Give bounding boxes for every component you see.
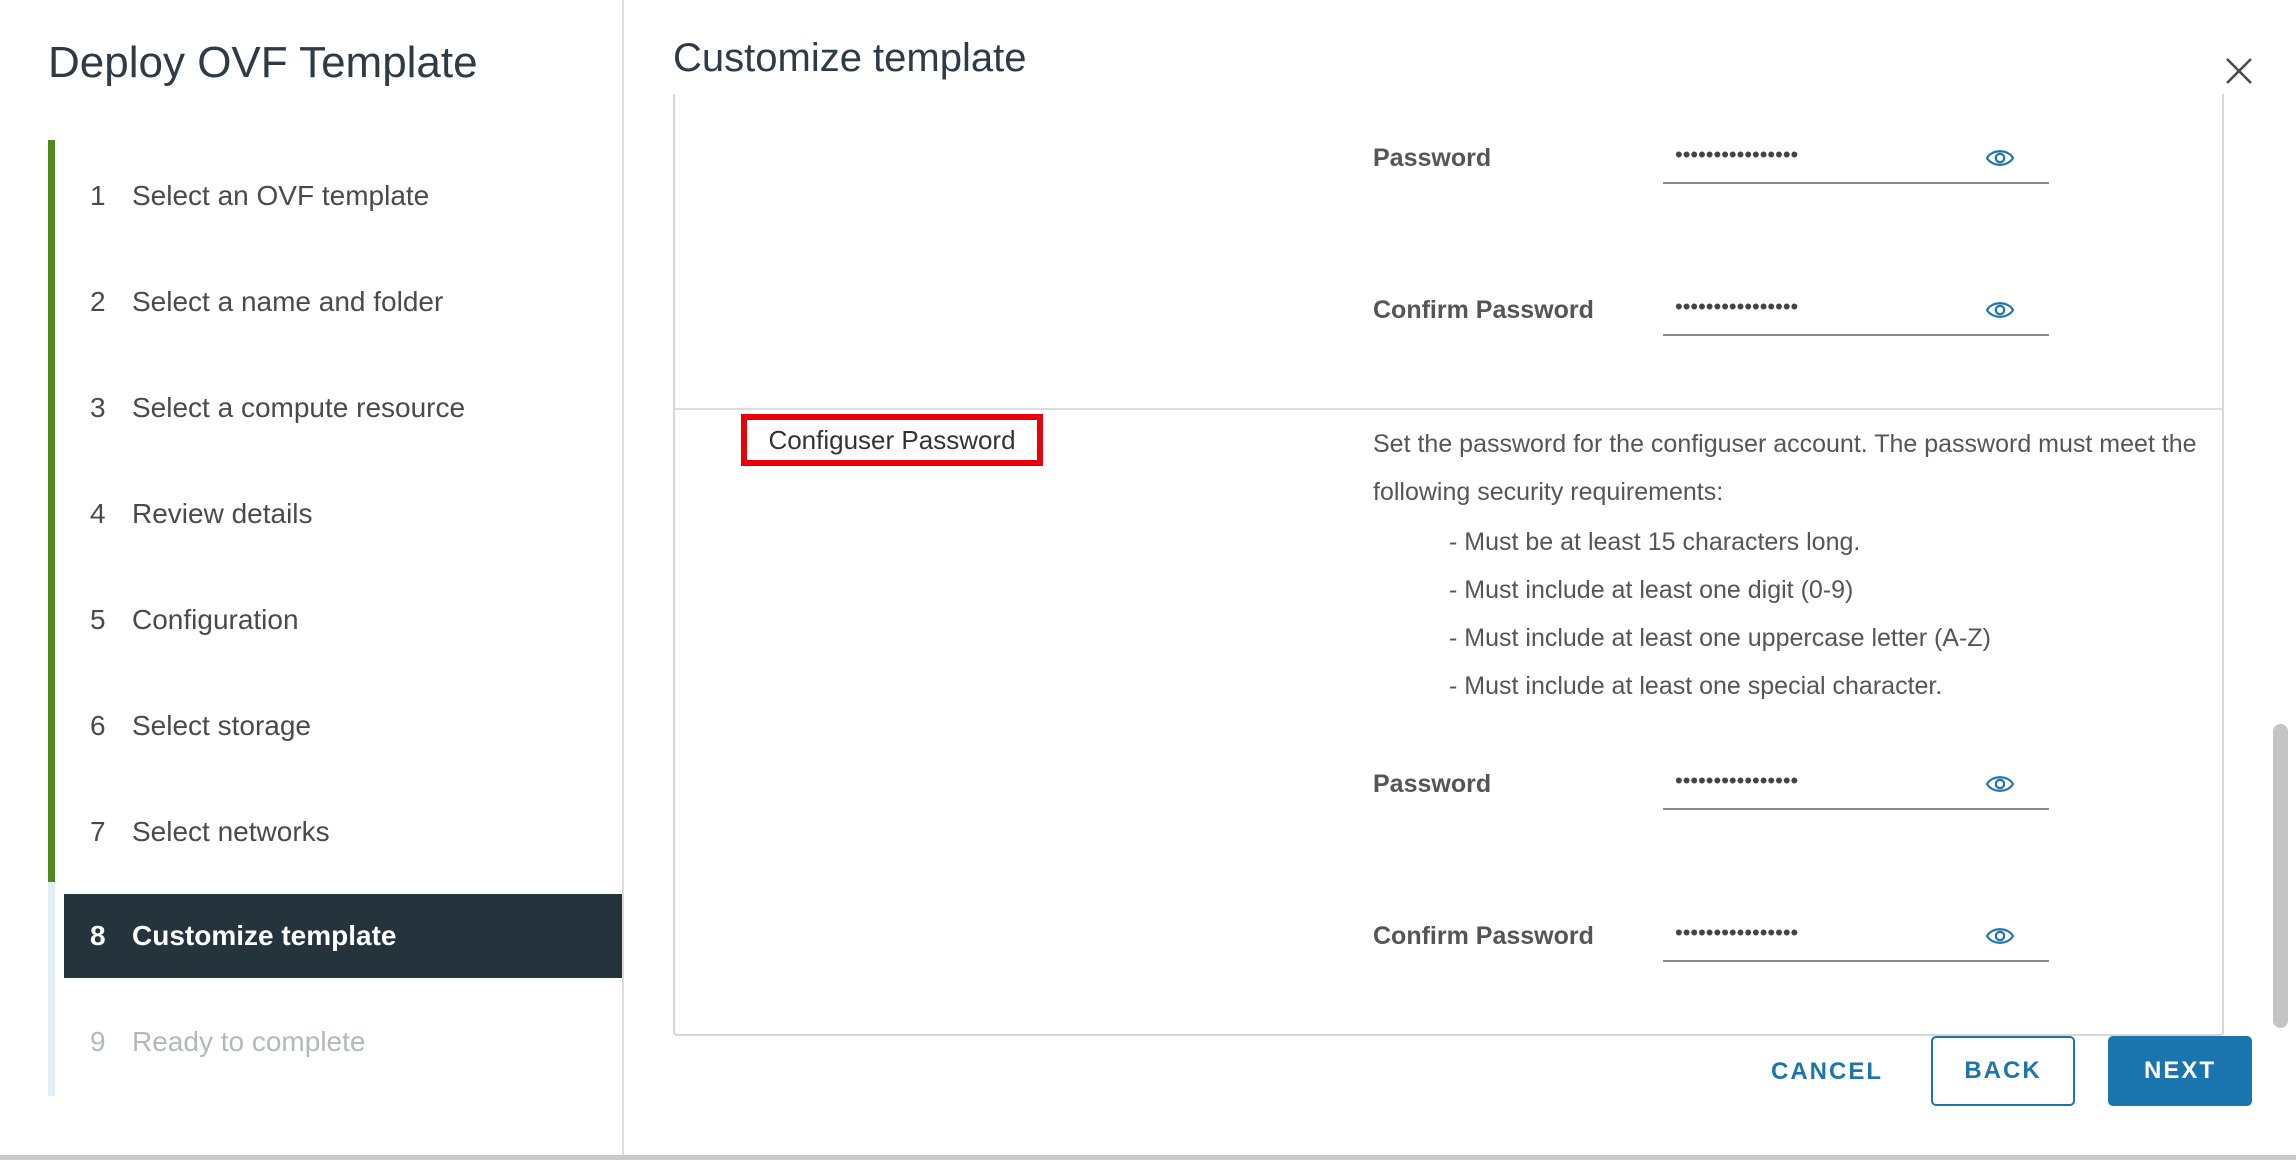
next-button[interactable]: NEXT (2108, 1036, 2252, 1106)
configuser-confirm-password-label: Confirm Password (1373, 922, 1594, 950)
configuser-password-section-label: Configuser Password (741, 414, 1043, 466)
step-number: 1 (90, 180, 106, 211)
step-number: 3 (90, 392, 106, 423)
step-number: 4 (90, 498, 106, 529)
wizard-title: Deploy OVF Template (48, 38, 478, 87)
step-label: Ready to complete (132, 1026, 366, 1057)
step-number: 7 (90, 816, 106, 847)
configuser-confirm-password-input[interactable]: •••••••••••••••• (1663, 914, 2049, 962)
back-button[interactable]: BACK (1931, 1036, 2075, 1106)
step-label: Customize template (132, 920, 397, 951)
requirement-item: - Must be at least 15 characters long. (1449, 528, 1861, 556)
eye-icon[interactable] (1985, 772, 2015, 796)
confirm-password-value: •••••••••••••••• (1675, 294, 1799, 319)
requirement-item: - Must include at least one digit (0-9) (1449, 576, 1854, 604)
configuser-password-input[interactable]: •••••••••••••••• (1663, 762, 2049, 810)
requirement-item: - Must include at least one uppercase le… (1449, 624, 1991, 652)
configuser-password-value: •••••••••••••••• (1675, 768, 1799, 793)
step-label: Select storage (132, 710, 311, 741)
completed-steps-bar (48, 140, 55, 882)
configuser-password-label: Password (1373, 770, 1492, 798)
step-label: Select a name and folder (132, 286, 444, 317)
confirm-password-input[interactable]: •••••••••••••••• (1663, 288, 2049, 336)
wizard-step-8[interactable]: 8 Customize template (64, 894, 622, 978)
wizard-step-2[interactable]: 2 Select a name and folder (64, 260, 622, 344)
wizard-step-3[interactable]: 3 Select a compute resource (64, 366, 622, 450)
confirm-password-label: Confirm Password (1373, 296, 1594, 324)
step-number: 5 (90, 604, 106, 635)
pending-steps-bar (48, 882, 55, 1096)
wizard-step-5[interactable]: 5 Configuration (64, 578, 622, 662)
step-label: Review details (132, 498, 313, 529)
configuser-confirm-password-value: •••••••••••••••• (1675, 920, 1799, 945)
eye-icon[interactable] (1985, 146, 2015, 170)
close-icon (2226, 58, 2252, 84)
step-number: 2 (90, 286, 106, 317)
step-label: Select a compute resource (132, 392, 466, 423)
step-number: 6 (90, 710, 106, 741)
password-label: Password (1373, 144, 1492, 172)
password-input[interactable]: •••••••••••••••• (1663, 136, 2049, 184)
page-title: Customize template (673, 36, 1027, 80)
wizard-steps: 1 Select an OVF template 2 Select a name… (48, 140, 622, 1096)
password-value: •••••••••••••••• (1675, 142, 1799, 167)
wizard-step-4[interactable]: 4 Review details (64, 472, 622, 556)
wizard-sidebar: Deploy OVF Template 1 Select an OVF temp… (0, 0, 624, 1155)
eye-icon[interactable] (1985, 924, 2015, 948)
step-label: Select networks (132, 816, 330, 847)
step-number: 8 (90, 920, 106, 951)
properties-panel: Password •••••••••••••••• Confirm Passwo… (673, 94, 2224, 1036)
scrollbar[interactable] (2273, 724, 2288, 1028)
configuser-password-description: Set the password for the configuser acco… (1373, 430, 2197, 506)
cancel-button[interactable]: CANCEL (1760, 1037, 1894, 1107)
wizard-step-6[interactable]: 6 Select storage (64, 684, 622, 768)
step-label: Configuration (132, 604, 299, 635)
close-button[interactable] (2222, 54, 2256, 88)
section-divider (675, 408, 2222, 410)
wizard-step-1[interactable]: 1 Select an OVF template (64, 154, 622, 238)
wizard-step-7[interactable]: 7 Select networks (64, 790, 622, 874)
step-number: 9 (90, 1026, 106, 1057)
wizard-step-9: 9 Ready to complete (64, 1000, 622, 1084)
window-bottom-border (0, 1155, 2296, 1160)
requirement-item: - Must include at least one special char… (1449, 672, 1943, 700)
eye-icon[interactable] (1985, 298, 2015, 322)
step-label: Select an OVF template (132, 180, 430, 211)
